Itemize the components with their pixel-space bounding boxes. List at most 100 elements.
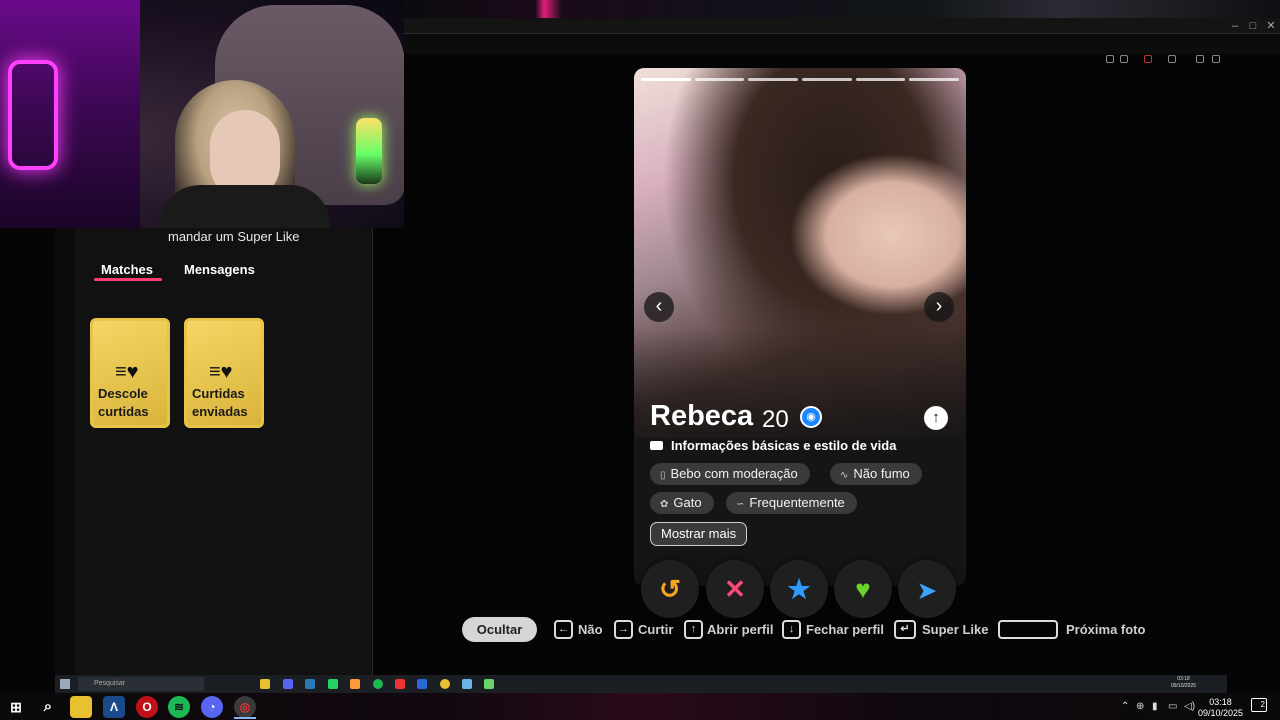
smoking-icon: ∿ bbox=[840, 470, 849, 481]
card-label-line2: curtidas bbox=[98, 404, 149, 419]
download-icon[interactable] bbox=[1120, 55, 1128, 63]
app-icon[interactable] bbox=[462, 679, 472, 689]
network-icon[interactable]: ⊕ bbox=[1136, 701, 1144, 712]
app-a-icon[interactable]: Λ bbox=[103, 696, 125, 718]
app-icon[interactable] bbox=[417, 679, 427, 689]
heart-icon[interactable] bbox=[1168, 55, 1176, 63]
browser-title-bar bbox=[404, 18, 1280, 34]
file-explorer-icon[interactable] bbox=[70, 696, 92, 718]
hide-hints-button[interactable]: Ocultar bbox=[462, 617, 537, 642]
verified-icon: ◉ bbox=[800, 406, 822, 428]
opera-gx-icon[interactable]: O bbox=[136, 696, 158, 718]
hearts-icon: ≡♥ bbox=[209, 361, 233, 383]
chip-drinking: ▯ Bebo com moderação bbox=[650, 463, 810, 485]
photo-progress-segment[interactable] bbox=[855, 78, 906, 81]
start-icon[interactable] bbox=[60, 679, 70, 689]
tag-icon bbox=[650, 441, 663, 450]
photo-progress-segment[interactable] bbox=[748, 78, 798, 81]
browser-toolbar bbox=[404, 34, 1280, 54]
photo-progress-segment[interactable] bbox=[802, 78, 852, 81]
inner-time: 03:18 bbox=[1177, 676, 1190, 682]
whatsapp-icon[interactable] bbox=[328, 679, 338, 689]
notification-icon[interactable]: 2 bbox=[1251, 698, 1267, 712]
windows-start-icon[interactable]: ⊞ bbox=[5, 696, 27, 718]
like-button[interactable]: ♥ bbox=[834, 560, 892, 618]
next-photo-button[interactable]: › bbox=[924, 292, 954, 322]
hint-next-photo: Próxima foto bbox=[1066, 622, 1146, 637]
prev-photo-button[interactable]: ‹ bbox=[644, 292, 674, 322]
browser-icon[interactable]: ◎ bbox=[234, 696, 256, 718]
photo-progress-segment[interactable] bbox=[641, 78, 691, 81]
photo-gradient bbox=[634, 328, 966, 586]
folder-icon[interactable] bbox=[260, 679, 270, 689]
search-icon[interactable]: ⌕ bbox=[37, 696, 59, 718]
nope-button[interactable]: ✕ bbox=[706, 560, 764, 618]
hearts-icon: ≡♥ bbox=[115, 361, 139, 383]
hint-close-profile: Fechar perfil bbox=[806, 622, 885, 637]
rewind-button[interactable]: ↺ bbox=[641, 560, 699, 618]
tab-matches[interactable]: Matches bbox=[101, 262, 153, 277]
clock-date: 09/10/2025 bbox=[1198, 708, 1244, 718]
side-rail bbox=[55, 228, 75, 675]
hint-like: Curtir bbox=[638, 622, 674, 637]
workout-icon: ∽ bbox=[736, 499, 745, 510]
tab-messages[interactable]: Mensagens bbox=[184, 262, 255, 277]
zoom-icon[interactable] bbox=[1106, 55, 1114, 63]
discord-icon[interactable]: ◔ bbox=[201, 696, 223, 718]
super-like-button[interactable]: ★ bbox=[770, 560, 828, 618]
rewind-icon: ↺ bbox=[659, 574, 681, 604]
app-icon[interactable] bbox=[484, 679, 494, 689]
webcam-overlay bbox=[0, 0, 404, 228]
close-icon[interactable]: ✕ bbox=[1264, 19, 1278, 33]
display-icon[interactable]: ▭ bbox=[1168, 701, 1177, 712]
spotify-icon[interactable]: ≋ bbox=[168, 696, 190, 718]
show-more-button[interactable]: Mostrar mais bbox=[650, 522, 748, 546]
maximize-icon[interactable]: □ bbox=[1246, 19, 1260, 33]
active-app-indicator bbox=[234, 717, 256, 719]
app-icon[interactable] bbox=[350, 679, 360, 689]
space-key-icon bbox=[998, 620, 1058, 639]
sent-likes-card[interactable]: ≡♥ Curtidas enviadas bbox=[184, 318, 264, 428]
volume-icon[interactable]: ◁) bbox=[1184, 701, 1195, 712]
app-icon[interactable] bbox=[440, 679, 450, 689]
system-clock[interactable]: 03:18 09/10/2025 bbox=[1198, 697, 1243, 719]
discover-likes-card[interactable]: ≡♥ Descole curtidas bbox=[90, 318, 170, 428]
record-icon[interactable] bbox=[1144, 55, 1152, 63]
menu-icon[interactable] bbox=[1212, 55, 1220, 63]
hint-super-like: Super Like bbox=[922, 622, 989, 637]
active-tab-indicator bbox=[94, 278, 162, 281]
taskbar bbox=[0, 693, 1280, 720]
tray-chevron-icon[interactable]: ⌃ bbox=[1121, 701, 1129, 712]
profile-card[interactable]: ‹ › Rebeca 20 ◉ ↑ Informações básicas e … bbox=[634, 68, 966, 586]
hint-open-profile: Abrir perfil bbox=[707, 622, 774, 637]
photo-progress-segment[interactable] bbox=[909, 78, 959, 81]
matches-panel bbox=[55, 228, 373, 675]
super-like-hint: mandar um Super Like bbox=[168, 229, 300, 244]
inner-search-input[interactable]: Pesquisar bbox=[78, 677, 204, 691]
spotify-icon[interactable] bbox=[373, 679, 383, 689]
minimize-icon[interactable]: – bbox=[1228, 19, 1242, 33]
drink-icon: ▯ bbox=[660, 470, 666, 481]
card-label-line2: enviadas bbox=[192, 404, 248, 419]
microphone-icon[interactable]: ▮ bbox=[1152, 701, 1158, 712]
chip-label: Frequentemente bbox=[749, 495, 845, 510]
chip-label: Não fumo bbox=[853, 466, 910, 481]
chip-workout: ∽ Frequentemente bbox=[726, 492, 857, 514]
hint-nope: Não bbox=[578, 622, 603, 637]
inner-taskbar bbox=[55, 675, 1227, 693]
open-profile-button[interactable]: ↑ bbox=[924, 406, 948, 430]
opera-icon[interactable] bbox=[395, 679, 405, 689]
rgb-microphone bbox=[356, 118, 382, 184]
neon-light bbox=[8, 60, 58, 170]
card-label-line1: Descole bbox=[98, 386, 148, 401]
chip-label: Bebo com moderação bbox=[670, 466, 798, 481]
photo-progress-segment[interactable] bbox=[694, 78, 745, 81]
discord-icon[interactable] bbox=[283, 679, 293, 689]
right-arrow-key-icon: → bbox=[614, 620, 633, 639]
card-label-line1: Curtidas bbox=[192, 386, 245, 401]
close-icon: ✕ bbox=[724, 574, 746, 604]
streamer-body bbox=[160, 185, 330, 228]
boost-button[interactable]: ➤ bbox=[898, 560, 956, 618]
steam-icon[interactable] bbox=[305, 679, 315, 689]
extensions-icon[interactable] bbox=[1196, 55, 1204, 63]
